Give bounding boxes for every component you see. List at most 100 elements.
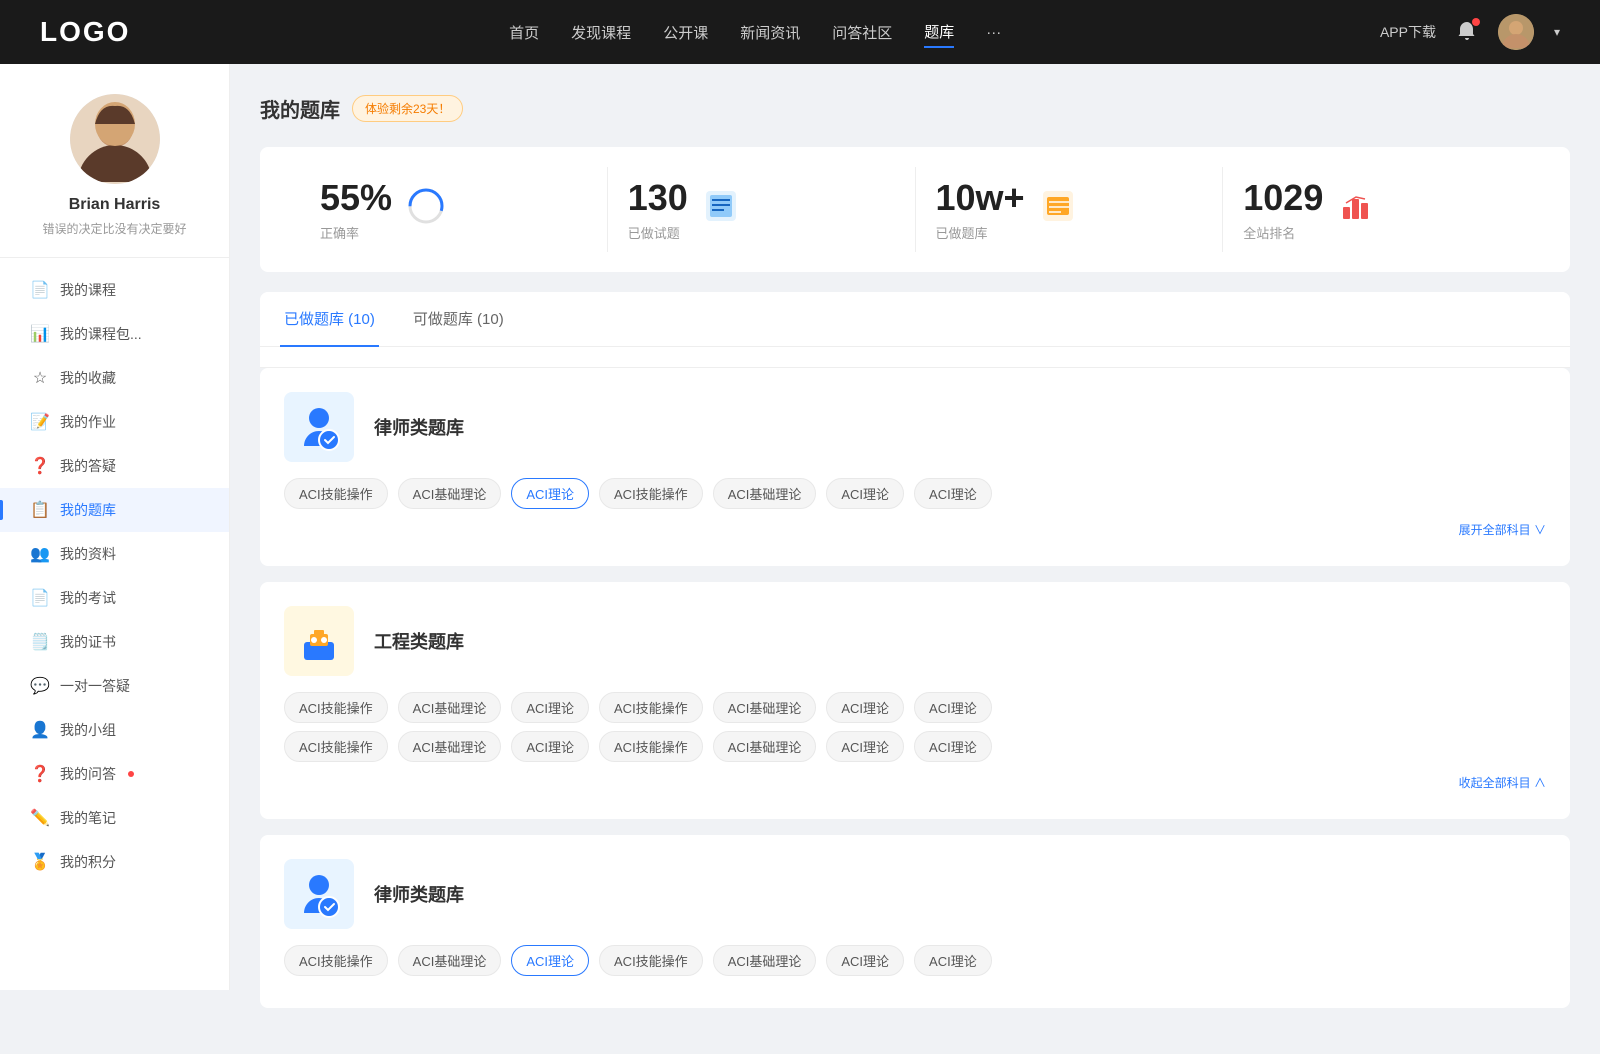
nav-qbank[interactable]: 题库 [924, 17, 954, 48]
page-header: 我的题库 体验剩余23天！ [260, 94, 1570, 123]
user-avatar[interactable] [1498, 14, 1534, 50]
tag-item[interactable]: ACI理论 [511, 692, 589, 723]
1on1-icon: 💬 [30, 676, 50, 696]
sidebar-item-qa[interactable]: ❓ 我的答疑 [0, 444, 229, 488]
logo: LOGO [40, 16, 130, 48]
profile-avatar [70, 94, 160, 184]
qbank-name-lawyer: 律师类题库 [374, 414, 464, 440]
collapse-button-engineering[interactable]: 收起全部科目 ∧ [284, 770, 1546, 795]
stats-bar: 55% 正确率 130 已做试题 [260, 147, 1570, 272]
groups-icon: 👤 [30, 720, 50, 740]
sidebar-item-groups[interactable]: 👤 我的小组 [0, 708, 229, 752]
sidebar-item-points[interactable]: 🏅 我的积分 [0, 840, 229, 884]
tag-item[interactable]: ACI技能操作 [284, 692, 388, 723]
stat-banks-number: 10w+ [936, 177, 1025, 219]
notes-label: 我的笔记 [60, 808, 116, 828]
sidebar-item-certificates[interactable]: 🗒️ 我的证书 [0, 620, 229, 664]
tag-item[interactable]: ACI技能操作 [599, 945, 703, 976]
tag-item[interactable]: ACI技能操作 [599, 478, 703, 509]
tag-item[interactable]: ACI理论 [826, 945, 904, 976]
tab-available-banks[interactable]: 可做题库 (10) [409, 292, 508, 347]
tag-item[interactable]: ACI基础理论 [398, 692, 502, 723]
header: LOGO 首页 发现课程 公开课 新闻资讯 问答社区 题库 ··· APP下载 … [0, 0, 1600, 64]
tag-item-selected[interactable]: ACI理论 [511, 478, 589, 509]
stat-done-label: 已做试题 [628, 223, 688, 242]
tag-item[interactable]: ACI基础理论 [713, 692, 817, 723]
homework-icon: 📝 [30, 412, 50, 432]
sidebar-item-course-packages[interactable]: 📊 我的课程包... [0, 312, 229, 356]
tag-item[interactable]: ACI技能操作 [284, 478, 388, 509]
tag-item[interactable]: ACI基础理论 [398, 731, 502, 762]
user-dropdown-arrow[interactable]: ▾ [1554, 25, 1560, 39]
nav-open-course[interactable]: 公开课 [663, 18, 708, 47]
tag-item[interactable]: ACI理论 [914, 731, 992, 762]
stat-accuracy: 55% 正确率 [300, 167, 608, 252]
nav-news[interactable]: 新闻资讯 [740, 18, 800, 47]
sidebar-item-1on1[interactable]: 💬 一对一答疑 [0, 664, 229, 708]
notification-dot [1472, 18, 1480, 26]
qa-icon: ❓ [30, 456, 50, 476]
nav-discover[interactable]: 发现课程 [571, 18, 631, 47]
sidebar-item-my-courses[interactable]: 📄 我的课程 [0, 268, 229, 312]
sidebar-item-qbank[interactable]: 📋 我的题库 [0, 488, 229, 532]
points-label: 我的积分 [60, 852, 116, 872]
tag-item[interactable]: ACI理论 [826, 478, 904, 509]
tag-item[interactable]: ACI基础理论 [713, 478, 817, 509]
nav-qa[interactable]: 问答社区 [832, 18, 892, 47]
qbank-tags-engineering-row2: ACI技能操作 ACI基础理论 ACI理论 ACI技能操作 ACI基础理论 AC… [284, 731, 1546, 762]
sidebar-item-homework[interactable]: 📝 我的作业 [0, 400, 229, 444]
profile-motto: 错误的决定比没有决定要好 [42, 220, 186, 237]
tab-done-banks[interactable]: 已做题库 (10) [280, 292, 379, 347]
sidebar-item-questions[interactable]: ❓ 我的问答 [0, 752, 229, 796]
sidebar: Brian Harris 错误的决定比没有决定要好 📄 我的课程 📊 我的课程包… [0, 64, 230, 990]
sidebar-menu: 📄 我的课程 📊 我的课程包... ☆ 我的收藏 📝 我的作业 ❓ 我的答疑 📋 [0, 258, 229, 894]
tag-item[interactable]: ACI理论 [914, 945, 992, 976]
qa-label: 我的答疑 [60, 456, 116, 476]
courses-label: 我的课程 [60, 280, 116, 300]
notification-bell[interactable] [1456, 20, 1478, 45]
qbank-icon-engineering [284, 606, 354, 676]
header-right: APP下载 ▾ [1380, 14, 1560, 50]
tag-item[interactable]: ACI基础理论 [398, 945, 502, 976]
profile-label: 我的资料 [60, 544, 116, 564]
tag-item[interactable]: ACI技能操作 [284, 945, 388, 976]
tabs: 已做题库 (10) 可做题库 (10) [260, 292, 1570, 347]
tag-item[interactable]: ACI理论 [826, 692, 904, 723]
qbank-icon-lawyer [284, 392, 354, 462]
tag-item[interactable]: ACI技能操作 [599, 692, 703, 723]
certs-label: 我的证书 [60, 632, 116, 652]
tag-item[interactable]: ACI技能操作 [599, 731, 703, 762]
homework-label: 我的作业 [60, 412, 116, 432]
tag-item[interactable]: ACI基础理论 [713, 731, 817, 762]
main-container: Brian Harris 错误的决定比没有决定要好 📄 我的课程 📊 我的课程包… [0, 64, 1600, 1054]
qbank-name-lawyer-2: 律师类题库 [374, 881, 464, 907]
app-download-button[interactable]: APP下载 [1380, 22, 1436, 42]
tag-item[interactable]: ACI技能操作 [284, 731, 388, 762]
sidebar-item-notes[interactable]: ✏️ 我的笔记 [0, 796, 229, 840]
stat-accuracy-number: 55% [320, 177, 392, 219]
tag-item-selected[interactable]: ACI理论 [511, 945, 589, 976]
nav-more[interactable]: ··· [986, 20, 1001, 45]
tag-item[interactable]: ACI理论 [826, 731, 904, 762]
qbank-header-lawyer: 律师类题库 [284, 392, 1546, 462]
certs-icon: 🗒️ [30, 632, 50, 652]
tag-item[interactable]: ACI理论 [914, 692, 992, 723]
profile-name: Brian Harris [69, 196, 161, 214]
tag-item[interactable]: ACI理论 [914, 478, 992, 509]
tag-item[interactable]: ACI基础理论 [713, 945, 817, 976]
questions-label: 我的问答 [60, 764, 116, 784]
sidebar-item-exams[interactable]: 📄 我的考试 [0, 576, 229, 620]
tag-item[interactable]: ACI理论 [511, 731, 589, 762]
courses-icon: 📄 [30, 280, 50, 300]
expand-button-lawyer[interactable]: 展开全部科目 ∨ [284, 517, 1546, 542]
stat-accuracy-label: 正确率 [320, 223, 392, 242]
exams-label: 我的考试 [60, 588, 116, 608]
qbank-tags-lawyer: ACI技能操作 ACI基础理论 ACI理论 ACI技能操作 ACI基础理论 AC… [284, 478, 1546, 509]
points-icon: 🏅 [30, 852, 50, 872]
sidebar-item-favorites[interactable]: ☆ 我的收藏 [0, 356, 229, 400]
favorites-icon: ☆ [30, 368, 50, 388]
nav-home[interactable]: 首页 [509, 18, 539, 47]
questions-icon: ❓ [30, 764, 50, 784]
tag-item[interactable]: ACI基础理论 [398, 478, 502, 509]
sidebar-item-profile[interactable]: 👥 我的资料 [0, 532, 229, 576]
